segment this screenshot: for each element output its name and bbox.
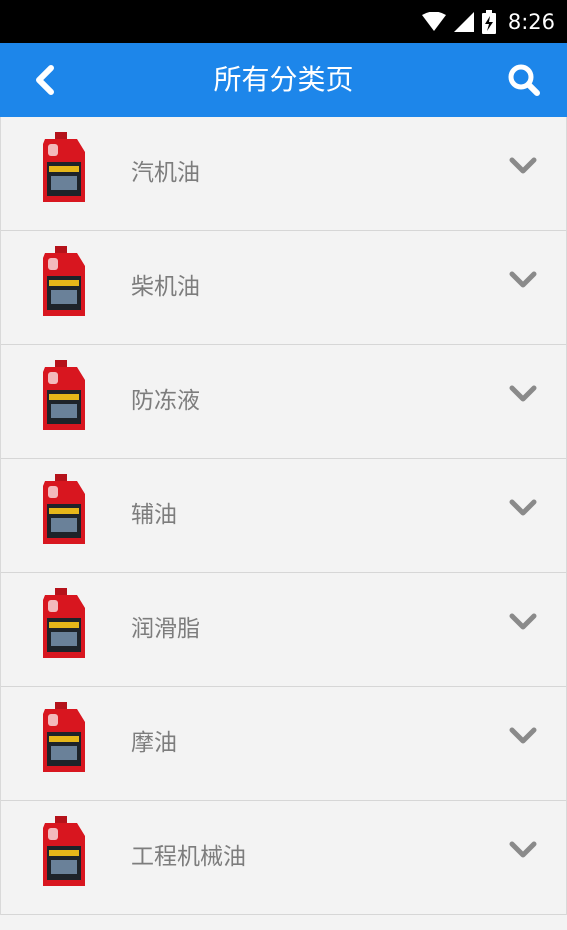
category-row[interactable]: 摩油	[1, 687, 566, 801]
chevron-down-icon[interactable]	[508, 155, 538, 177]
chevron-down-icon[interactable]	[508, 611, 538, 633]
page-title: 所有分类页	[213, 63, 354, 96]
cell-signal-icon	[453, 11, 474, 32]
chevron-down-icon[interactable]	[508, 383, 538, 405]
chevron-left-icon	[36, 65, 54, 95]
category-row[interactable]: 工程机械油	[1, 801, 566, 915]
back-button[interactable]	[20, 55, 70, 105]
search-button[interactable]	[499, 55, 549, 105]
category-label: 摩油	[131, 730, 177, 756]
category-row[interactable]: 柴机油	[1, 231, 566, 345]
wifi-icon	[421, 11, 446, 31]
oil-can-icon	[43, 588, 85, 658]
category-row[interactable]: 润滑脂	[1, 573, 566, 687]
category-label: 润滑脂	[131, 616, 200, 642]
chevron-down-icon[interactable]	[508, 725, 538, 747]
chevron-down-icon[interactable]	[508, 269, 538, 291]
status-time: 8:26	[507, 9, 555, 34]
chevron-down-icon[interactable]	[508, 497, 538, 519]
battery-charging-icon	[481, 9, 496, 34]
category-row[interactable]: 防冻液	[1, 345, 566, 459]
category-label: 辅油	[131, 502, 177, 528]
oil-can-icon	[43, 474, 85, 544]
oil-can-icon	[43, 816, 85, 886]
search-icon	[508, 64, 540, 96]
oil-can-icon	[43, 702, 85, 772]
status-bar: 8:26	[0, 0, 567, 43]
category-label: 工程机械油	[131, 844, 246, 870]
category-row[interactable]: 汽机油	[1, 117, 566, 231]
status-icons: 8:26	[421, 6, 555, 37]
category-label: 柴机油	[131, 274, 200, 300]
category-row[interactable]: 辅油	[1, 459, 566, 573]
chevron-down-icon[interactable]	[508, 839, 538, 861]
oil-can-icon	[43, 246, 85, 316]
oil-can-icon	[43, 132, 85, 202]
category-label: 防冻液	[131, 388, 200, 414]
category-label: 汽机油	[131, 160, 200, 186]
oil-can-icon	[43, 360, 85, 430]
app-bar: 所有分类页	[0, 43, 567, 117]
category-list: 汽机油 柴机油 防冻液 辅油 润滑脂 摩油 工程机械油	[0, 117, 567, 915]
